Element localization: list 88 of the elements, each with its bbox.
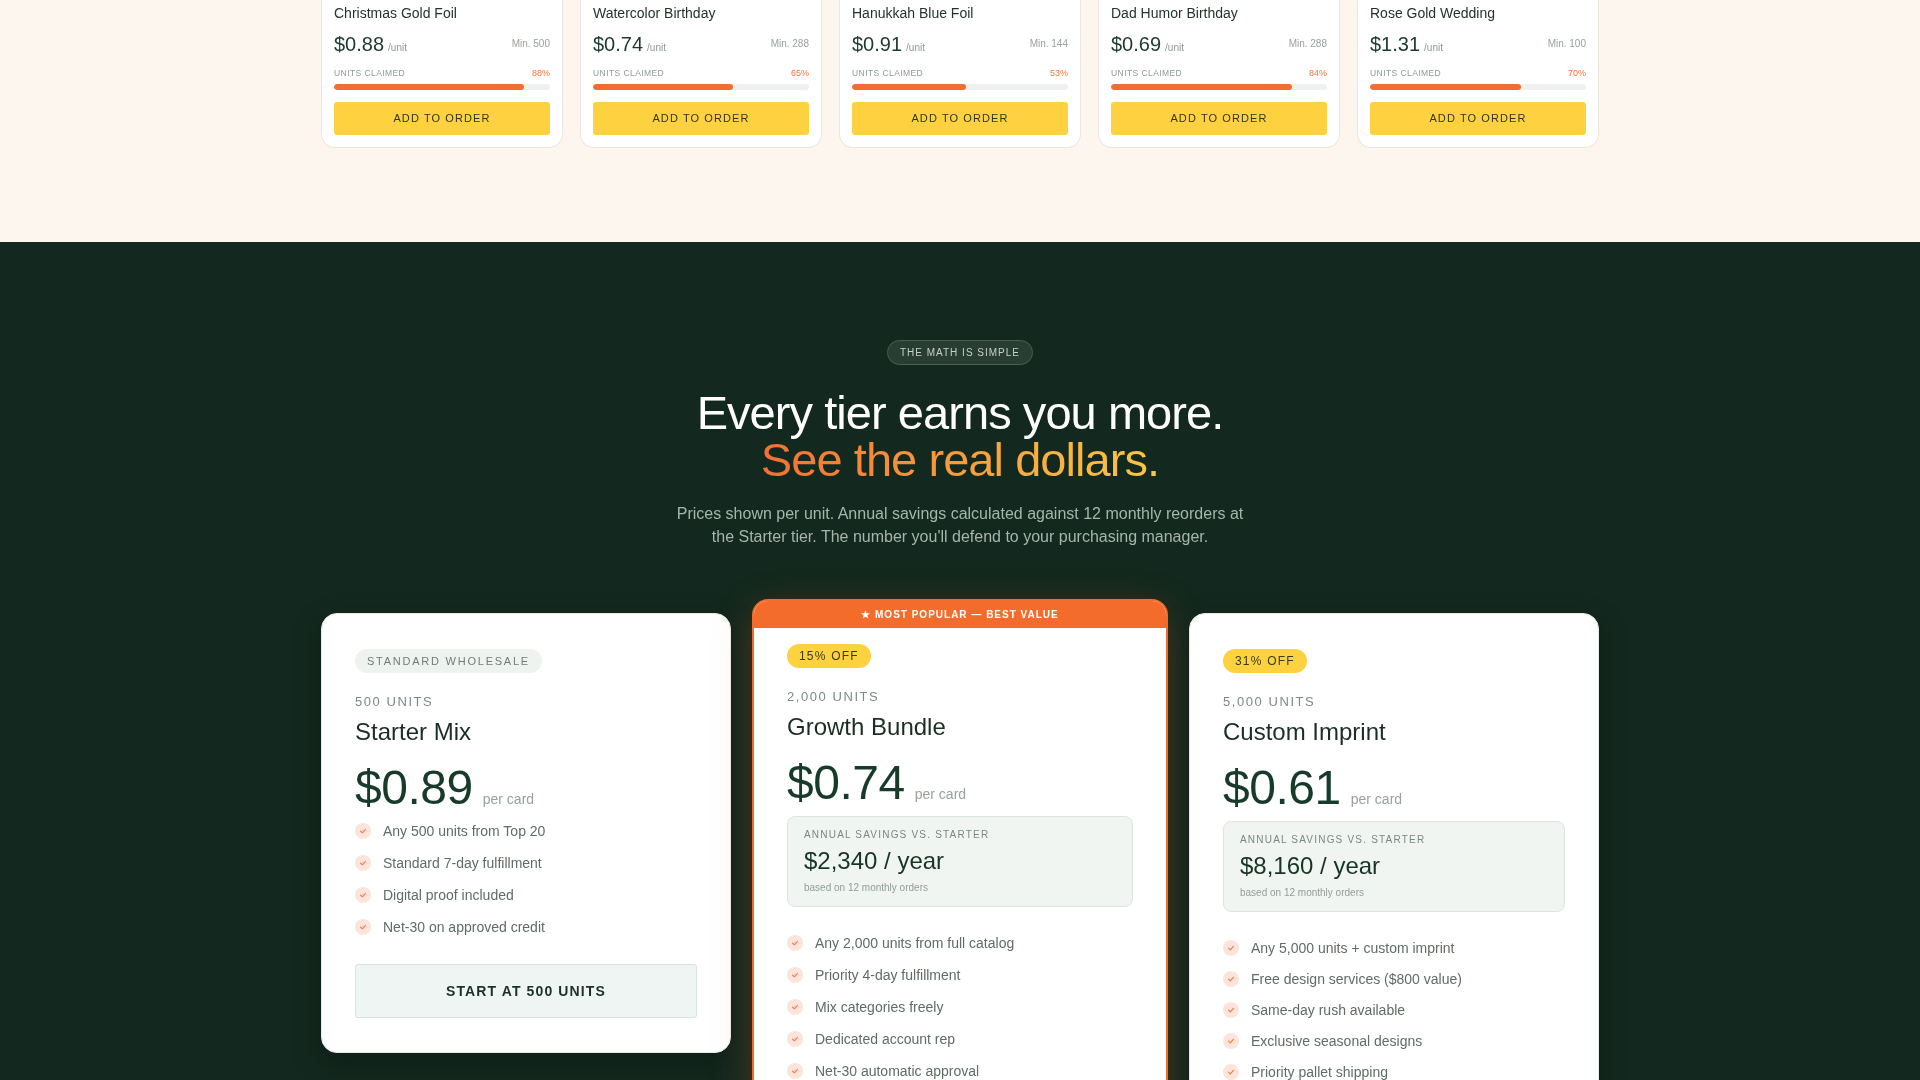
tier-badge: 15% OFF [787, 644, 871, 668]
tier-name: Starter Mix [355, 717, 472, 748]
feature-text: Any 2,000 units from full catalog [815, 934, 1015, 953]
price-text: $0.89 [355, 764, 473, 813]
tier-badge: 31% OFF [1223, 649, 1307, 673]
claimed-percent: 53% [1050, 67, 1068, 79]
feature-text: Standard 7-day fulfillment [383, 854, 542, 874]
check-icon [1223, 971, 1239, 987]
tier-name: Custom Imprint [1223, 717, 1387, 747]
start-button[interactable]: START AT 500 UNITS [355, 964, 697, 1019]
ribbon-banner: ★ MOST POPULAR — BEST VALUE [754, 601, 1166, 628]
units-label: 2,000 UNITS [787, 689, 881, 705]
claimed-percent: 70% [1568, 67, 1586, 79]
savings-label: ANNUAL SAVINGS VS. STARTER [1240, 833, 1427, 847]
savings-note: based on 12 monthly orders [1240, 886, 1365, 900]
price-text: $1.31 [1370, 32, 1421, 57]
minimum-text: Min. 500 [511, 38, 550, 50]
price-unit: per card [1350, 790, 1403, 809]
check-icon [355, 855, 371, 872]
check-icon [355, 823, 371, 840]
price-text: $0.74 [787, 759, 905, 807]
claimed-percent: 84% [1309, 67, 1327, 79]
price-unit: per card [914, 785, 967, 804]
minimum-text: Min. 144 [1029, 38, 1068, 50]
add-to-order-button[interactable]: ADD TO ORDER [1111, 102, 1327, 135]
check-icon [1223, 940, 1239, 956]
savings-note: based on 12 monthly orders [804, 881, 929, 895]
check-icon [355, 919, 371, 936]
check-icon [787, 999, 803, 1015]
savings-label: ANNUAL SAVINGS VS. STARTER [804, 828, 991, 842]
minimum-text: Min. 288 [1288, 38, 1327, 50]
price-text: $0.91 [852, 32, 903, 57]
claimed-percent: 65% [791, 67, 809, 79]
product-title: Dad Humor Birthday [1111, 4, 1239, 23]
check-icon [1223, 1002, 1239, 1018]
feature-text: Priority 4-day fulfillment [815, 966, 961, 985]
feature-text: Any 5,000 units + custom imprint [1251, 939, 1455, 958]
unit-text: /unit [1424, 42, 1443, 54]
feature-text: Net-30 on approved credit [383, 918, 545, 938]
minimum-text: Min. 288 [770, 38, 809, 50]
feature-text: Same-day rush available [1251, 1001, 1406, 1020]
units-label: 500 UNITS [355, 694, 435, 711]
check-icon [787, 1063, 803, 1079]
price-text: $0.69 [1111, 32, 1162, 57]
unit-text: /unit [1165, 42, 1184, 54]
unit-text: /unit [906, 42, 925, 54]
check-icon [787, 1031, 803, 1047]
check-icon [355, 887, 371, 904]
check-icon [787, 935, 803, 951]
feature-text: Exclusive seasonal designs [1251, 1032, 1423, 1051]
add-to-order-button[interactable]: ADD TO ORDER [334, 102, 550, 135]
claimed-label: UNITS CLAIMED [1370, 67, 1442, 79]
feature-text: Any 500 units from Top 20 [383, 822, 546, 842]
claimed-percent: 88% [532, 67, 550, 79]
tier-name: Growth Bundle [787, 712, 947, 742]
add-to-order-button[interactable]: ADD TO ORDER [1370, 102, 1586, 135]
claimed-label: UNITS CLAIMED [852, 67, 924, 79]
price-unit: per card [482, 790, 535, 810]
claimed-label: UNITS CLAIMED [334, 67, 406, 79]
unit-text: /unit [647, 42, 666, 54]
tier-badge: STANDARD WHOLESALE [355, 649, 542, 674]
feature-text: Mix categories freely [815, 998, 944, 1017]
feature-text: Digital proof included [383, 886, 514, 906]
feature-text: Priority pallet shipping [1251, 1063, 1388, 1080]
feature-text: Free design services ($800 value) [1251, 970, 1462, 989]
unit-text: /unit [388, 42, 407, 54]
product-title: Watercolor Birthday [593, 4, 717, 23]
add-to-order-button[interactable]: ADD TO ORDER [852, 102, 1068, 135]
product-title: Rose Gold Wedding [1370, 4, 1497, 23]
price-text: $0.61 [1223, 764, 1341, 812]
check-icon [1223, 1033, 1239, 1049]
savings-amount: $8,160 / year [1240, 851, 1382, 881]
check-icon [1223, 1064, 1239, 1080]
units-label: 5,000 UNITS [1223, 694, 1317, 710]
savings-amount: $2,340 / year [804, 846, 946, 876]
product-title: Hanukkah Blue Foil [852, 4, 975, 23]
price-text: $0.88 [334, 32, 385, 57]
section-eyebrow: THE MATH IS SIMPLE [886, 340, 1034, 365]
minimum-text: Min. 100 [1547, 38, 1586, 50]
price-text: $0.74 [593, 32, 644, 57]
claimed-label: UNITS CLAIMED [593, 67, 665, 79]
claimed-label: UNITS CLAIMED [1111, 67, 1183, 79]
product-title: Christmas Gold Foil [334, 4, 458, 23]
check-icon [787, 967, 803, 983]
section-description: Prices shown per unit. Annual savings calculated against 12 monthly reorders at the Starter tier. The number you'll defend to your purchasing manager. [675, 504, 1245, 547]
feature-text: Dedicated account rep [815, 1030, 956, 1049]
feature-text: Net-30 automatic approval [815, 1062, 980, 1080]
add-to-order-button[interactable]: ADD TO ORDER [593, 102, 809, 135]
